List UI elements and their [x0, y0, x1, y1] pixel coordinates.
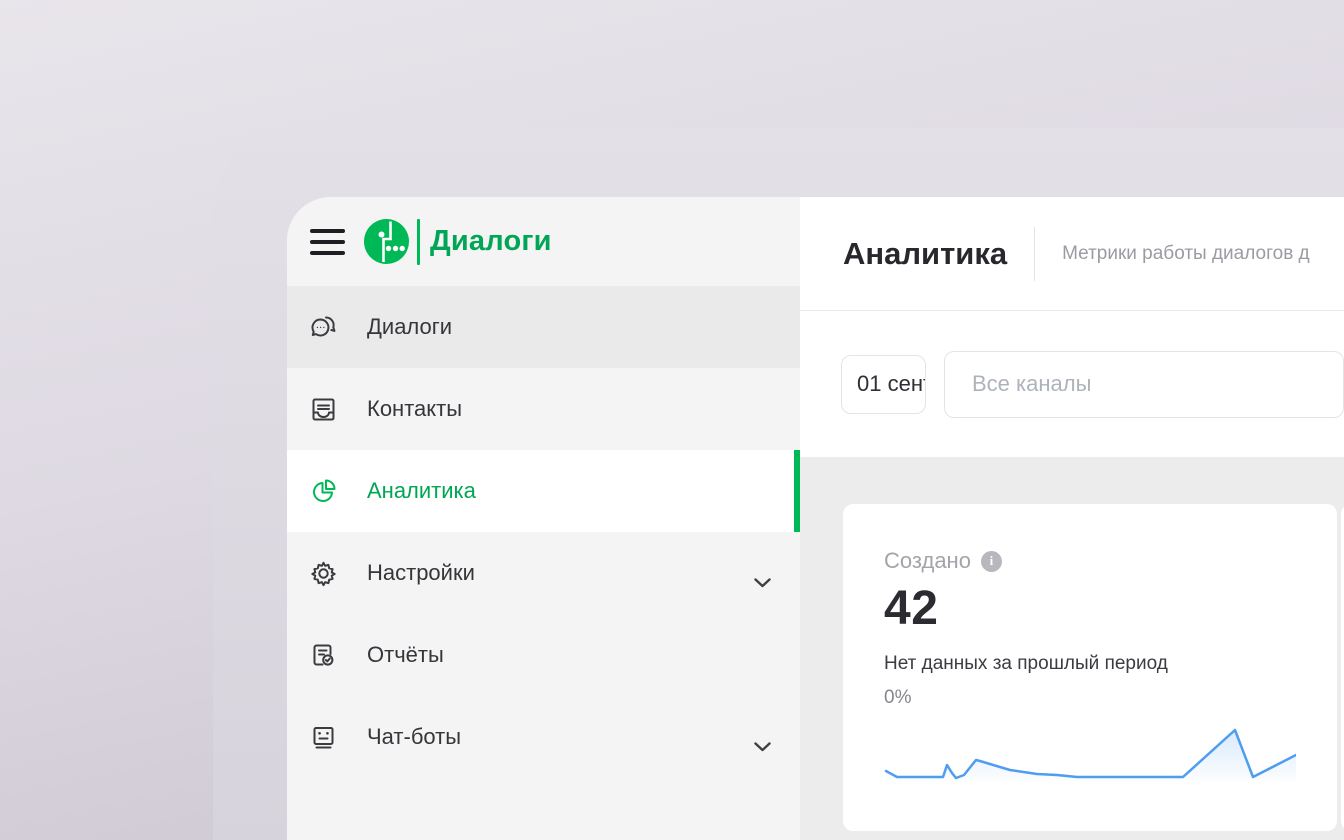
logo-separator: [417, 219, 420, 265]
sidebar-item-analytics[interactable]: Аналитика: [287, 450, 800, 532]
contacts-inbox-icon: [310, 396, 337, 423]
main-area: Аналитика Метрики работы диалогов д 01 с…: [800, 197, 1344, 840]
sidebar-item-reports[interactable]: Отчёты: [287, 614, 800, 696]
channels-select[interactable]: Все каналы: [944, 351, 1344, 418]
metric-card-created: Создано i 42 Нет данных за прошлый перио…: [843, 504, 1337, 831]
sparkline-chart: [884, 723, 1296, 785]
metric-note: Нет данных за прошлый период: [884, 653, 1296, 675]
sidebar-item-settings[interactable]: Настройки: [287, 532, 800, 614]
chevron-down-icon[interactable]: [754, 568, 771, 578]
filter-bar: 01 сент 19 нояб Все каналы: [800, 311, 1344, 457]
app-window: Диалоги Диалоги: [287, 197, 1344, 840]
megafon-logo-icon: [364, 219, 409, 264]
page-title: Аналитика: [843, 236, 1007, 272]
page-subtitle: Метрики работы диалогов д: [1062, 243, 1310, 265]
sidebar-item-label: Контакты: [367, 396, 771, 422]
info-icon[interactable]: i: [981, 551, 1002, 572]
sidebar-item-label: Настройки: [367, 560, 754, 586]
pie-chart-icon: [310, 478, 337, 505]
chevron-down-icon[interactable]: [754, 732, 771, 742]
date-from[interactable]: 01 сент: [857, 371, 926, 397]
report-check-icon: [310, 642, 337, 669]
hamburger-menu-icon[interactable]: [310, 229, 345, 255]
sidebar-item-label: Чат-боты: [367, 724, 754, 750]
sidebar-item-dialogs[interactable]: Диалоги: [287, 286, 800, 368]
robot-face-icon: [310, 724, 337, 751]
metric-title: Создано: [884, 548, 971, 574]
brand-wordmark: Диалоги: [430, 225, 552, 258]
channels-select-value: Все каналы: [972, 371, 1091, 397]
sidebar-nav: Диалоги Контакты: [287, 286, 800, 778]
sidebar-item-chatbots[interactable]: Чат-боты: [287, 696, 800, 778]
header-divider: [1034, 227, 1035, 281]
sidebar-item-contacts[interactable]: Контакты: [287, 368, 800, 450]
gear-icon: [310, 560, 337, 587]
metric-delta: 0%: [884, 687, 1296, 709]
sidebar-item-label: Аналитика: [367, 478, 771, 504]
sidebar-brand-row: Диалоги: [287, 197, 800, 286]
metric-card-header: Создано i: [884, 548, 1296, 574]
sidebar-item-label: Отчёты: [367, 642, 771, 668]
sidebar-item-label: Диалоги: [367, 314, 771, 340]
metric-value: 42: [884, 581, 1296, 636]
page-header: Аналитика Метрики работы диалогов д: [800, 197, 1344, 311]
chat-bubbles-icon: [310, 314, 337, 341]
analytics-content: Создано i 42 Нет данных за прошлый перио…: [800, 457, 1344, 840]
sidebar: Диалоги Диалоги: [287, 197, 800, 840]
date-range-picker[interactable]: 01 сент 19 нояб: [841, 355, 926, 414]
